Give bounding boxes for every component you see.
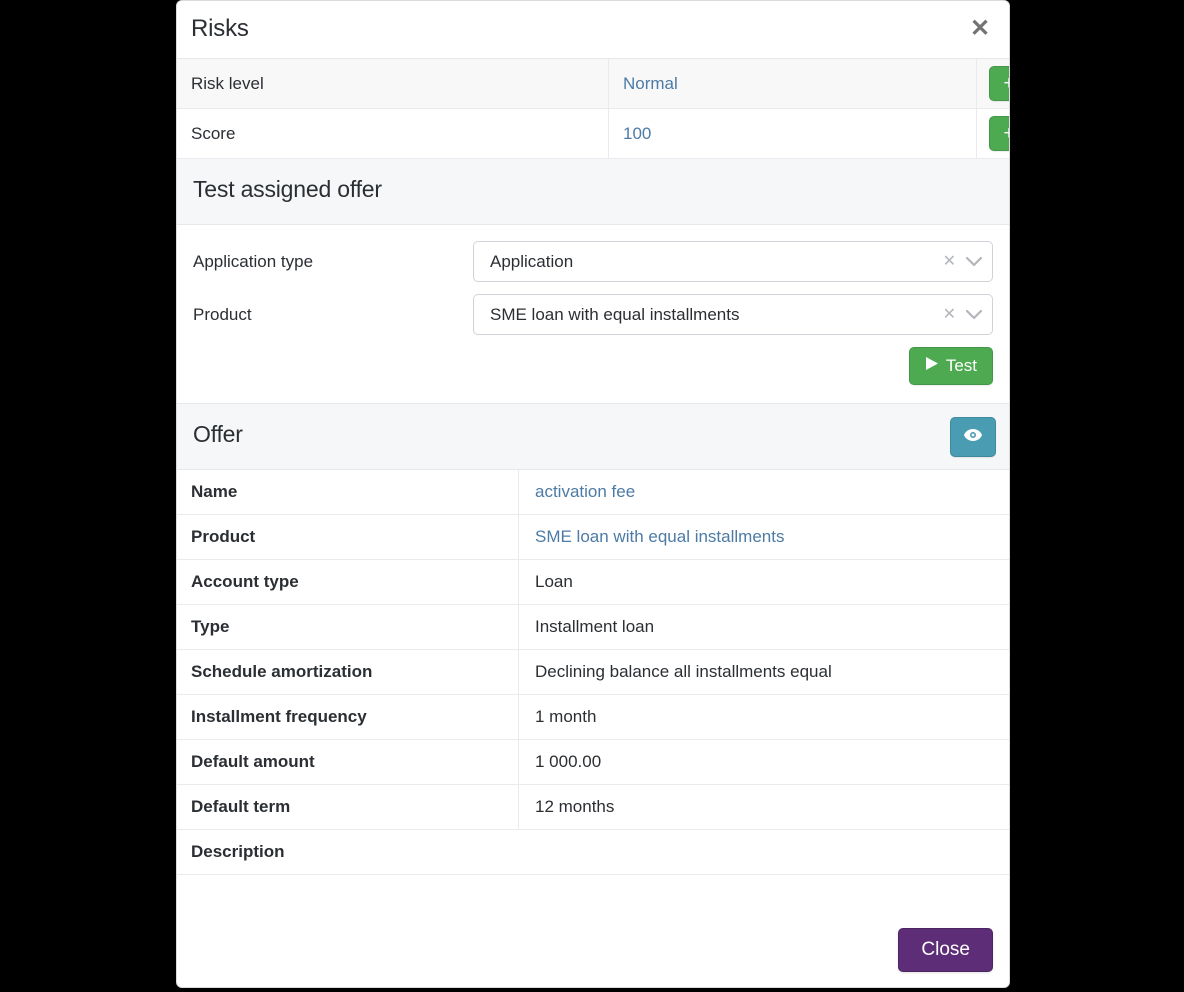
test-button-row: Test	[193, 347, 993, 385]
offer-product-value[interactable]: SME loan with equal installments	[518, 514, 1009, 560]
product-label: Product	[193, 304, 252, 324]
product-select[interactable]: SME loan with equal installments ✕	[473, 294, 993, 335]
offer-installment-frequency-value: 1 month	[518, 694, 1009, 740]
clear-icon[interactable]: ✕	[943, 306, 956, 323]
chevron-down-icon[interactable]	[966, 256, 982, 267]
offer-table: Name activation fee Product SME loan wit…	[177, 470, 1009, 914]
offer-type-value: Installment loan	[518, 604, 1009, 650]
application-type-label: Application type	[193, 251, 314, 271]
offer-schedule-amortization-label: Schedule amortization	[177, 649, 519, 695]
page-title: Risks	[191, 15, 249, 42]
application-type-row: Application type Application ✕	[193, 241, 993, 282]
chevron-down-icon[interactable]	[966, 309, 982, 320]
table-row: Description	[177, 829, 1009, 875]
risks-modal: Risks ✕ Risk level Normal + Score 100 + …	[176, 0, 1010, 988]
product-row: Product SME loan with equal installments…	[193, 294, 993, 335]
offer-installment-frequency-label: Installment frequency	[177, 694, 519, 740]
table-row: Name activation fee	[177, 470, 1009, 515]
offer-description-label: Description	[177, 829, 519, 875]
eye-icon	[963, 428, 983, 447]
test-assigned-offer-form: Application type Application ✕ Product S…	[177, 225, 1009, 404]
table-row-spacer	[177, 874, 1009, 914]
play-icon	[925, 356, 939, 376]
clear-icon[interactable]: ✕	[943, 253, 956, 270]
offer-account-type-value: Loan	[518, 559, 1009, 605]
score-action-cell: +	[976, 108, 1009, 159]
test-assigned-offer-header: Test assigned offer	[177, 159, 1009, 225]
product-value: SME loan with equal installments	[490, 304, 740, 324]
table-row: Score 100 +	[177, 108, 1009, 159]
risk-level-value[interactable]: Normal	[608, 59, 977, 109]
offer-name-label: Name	[177, 470, 519, 515]
add-score-button[interactable]: +	[989, 116, 1009, 151]
offer-default-amount-value: 1 000.00	[518, 739, 1009, 785]
offer-header: Offer	[177, 404, 1009, 470]
offer-default-term-value: 12 months	[518, 784, 1009, 830]
product-select-icons: ✕	[943, 295, 982, 334]
risks-table: Risk level Normal + Score 100 +	[177, 59, 1009, 159]
test-assigned-offer-title: Test assigned offer	[193, 176, 382, 202]
close-icon[interactable]: ✕	[965, 14, 995, 44]
risk-level-action-cell: +	[976, 59, 1009, 109]
application-type-select[interactable]: Application ✕	[473, 241, 993, 282]
test-button[interactable]: Test	[908, 347, 993, 385]
test-button-label: Test	[945, 356, 977, 375]
table-row: Account type Loan	[177, 559, 1009, 605]
modal-header: Risks ✕	[177, 1, 1009, 59]
table-row: Default term 12 months	[177, 784, 1009, 830]
close-button[interactable]: Close	[898, 928, 993, 972]
offer-type-label: Type	[177, 604, 519, 650]
offer-spacer-left	[177, 874, 519, 914]
application-type-select-icons: ✕	[943, 242, 982, 281]
table-row: Product SME loan with equal installments	[177, 514, 1009, 560]
application-type-value: Application	[490, 251, 574, 271]
offer-title: Offer	[193, 421, 243, 447]
offer-spacer-right	[518, 874, 1009, 914]
risk-level-label: Risk level	[177, 59, 609, 109]
table-row: Default amount 1 000.00	[177, 739, 1009, 785]
score-value[interactable]: 100	[608, 108, 977, 159]
offer-default-amount-label: Default amount	[177, 739, 519, 785]
offer-schedule-amortization-value: Declining balance all installments equal	[518, 649, 1009, 695]
offer-default-term-label: Default term	[177, 784, 519, 830]
score-label: Score	[177, 108, 609, 159]
offer-description-value	[518, 829, 1009, 875]
table-row: Schedule amortization Declining balance …	[177, 649, 1009, 695]
add-risk-level-button[interactable]: +	[989, 66, 1009, 101]
table-row: Type Installment loan	[177, 604, 1009, 650]
offer-product-label: Product	[177, 514, 519, 560]
offer-account-type-label: Account type	[177, 559, 519, 605]
table-row: Risk level Normal +	[177, 59, 1009, 109]
table-row: Installment frequency 1 month	[177, 694, 1009, 740]
modal-footer: Close	[177, 913, 1009, 987]
offer-name-value[interactable]: activation fee	[518, 470, 1009, 515]
preview-offer-button[interactable]	[950, 417, 996, 457]
